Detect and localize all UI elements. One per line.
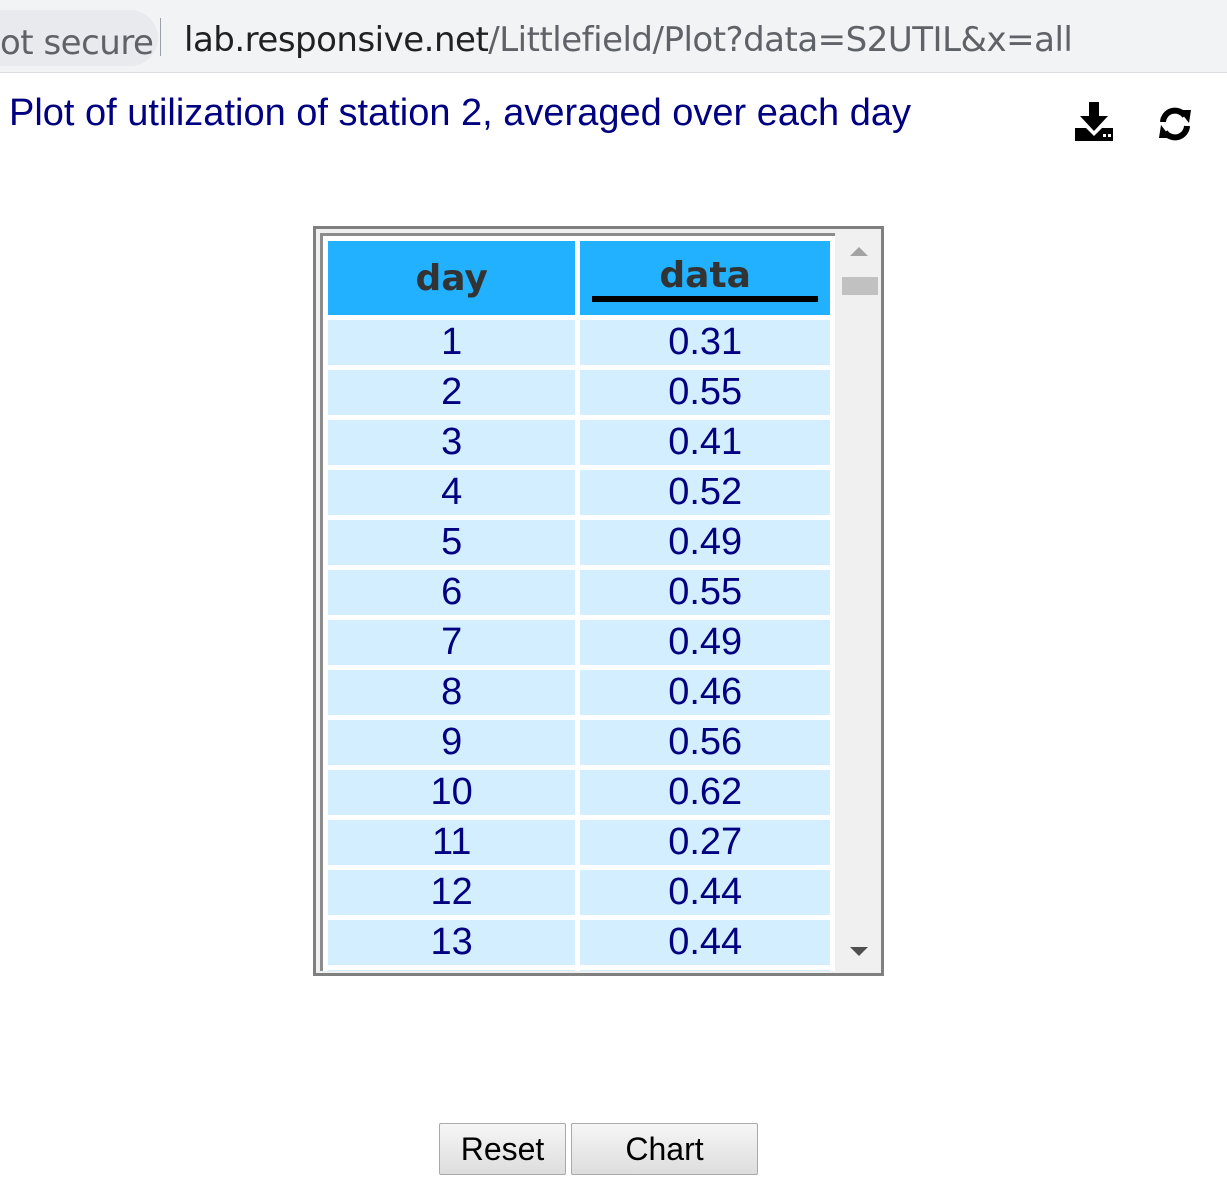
security-indicator[interactable]: ot secure [0,10,158,66]
table-row: 10 0.62 [328,770,830,815]
url-field[interactable]: lab.responsive.net/Littlefield/Plot?data… [184,20,1073,60]
cell-data: 0.27 [580,820,830,865]
scroll-thumb[interactable] [842,277,878,295]
cell-day: 7 [328,620,576,665]
refresh-button[interactable] [1151,100,1199,148]
chart-button[interactable]: Chart [571,1123,758,1175]
address-bar: ot secure lab.responsive.net/Littlefield… [0,0,1227,73]
cell-day: 11 [328,820,576,865]
cell-data: 0.55 [580,570,830,615]
cell-day: 3 [328,420,576,465]
table-row: 9 0.56 [328,720,830,765]
cell-data: 0.55 [580,370,830,415]
table-row: 1 0.31 [328,320,830,365]
column-header-day[interactable]: day [328,241,576,315]
table-row [328,970,830,971]
table-row: 12 0.44 [328,870,830,915]
column-header-label: data [592,257,819,302]
reset-button[interactable]: Reset [439,1123,566,1175]
download-icon [1075,102,1113,141]
table-row: 3 0.41 [328,420,830,465]
cell-data: 0.52 [580,470,830,515]
cell-data [580,970,830,971]
cell-day: 13 [328,920,576,965]
table-scrollbar[interactable] [839,233,879,971]
table-row: 11 0.27 [328,820,830,865]
table-row: 4 0.52 [328,470,830,515]
cell-data: 0.56 [580,720,830,765]
refresh-icon [1159,107,1191,141]
cell-data: 0.41 [580,420,830,465]
column-header-label: day [415,257,488,299]
security-label: ot secure [0,23,154,63]
table-row: 5 0.49 [328,520,830,565]
table-row: 2 0.55 [328,370,830,415]
cell-data: 0.44 [580,920,830,965]
cell-day: 5 [328,520,576,565]
table-row: 7 0.49 [328,620,830,665]
cell-data: 0.62 [580,770,830,815]
cell-data: 0.46 [580,670,830,715]
scroll-up-arrow-icon[interactable] [850,247,868,256]
cell-day: 6 [328,570,576,615]
cell-data: 0.44 [580,870,830,915]
download-button[interactable] [1070,97,1118,145]
table-row: 8 0.46 [328,670,830,715]
cell-day: 1 [328,320,576,365]
table-row: 6 0.55 [328,570,830,615]
cell-day: 9 [328,720,576,765]
table-row: 13 0.44 [328,920,830,965]
column-header-data[interactable]: data [580,241,830,315]
url-path: /Littlefield/Plot?data=S2UTIL&x=all [488,20,1073,60]
table-header-row: day data [328,241,830,315]
url-host: lab.responsive.net [184,20,489,60]
cell-day: 4 [328,470,576,515]
cell-day: 8 [328,670,576,715]
data-table-frame: day data 1 0.31 2 0.55 3 0.41 4 0.52 5 0.49 6… [313,226,884,976]
data-table-viewport: day data 1 0.31 2 0.55 3 0.41 4 0.52 5 0.49 6… [320,233,835,971]
cell-day: 12 [328,870,576,915]
data-table: day data 1 0.31 2 0.55 3 0.41 4 0.52 5 0.49 6… [323,236,835,971]
cell-day: 10 [328,770,576,815]
page-title: Plot of utilization of station 2, averag… [9,92,911,134]
cell-day [328,970,576,971]
cell-data: 0.49 [580,520,830,565]
address-separator [160,18,161,56]
cell-data: 0.31 [580,320,830,365]
scroll-down-arrow-icon[interactable] [850,947,868,956]
cell-data: 0.49 [580,620,830,665]
cell-day: 2 [328,370,576,415]
